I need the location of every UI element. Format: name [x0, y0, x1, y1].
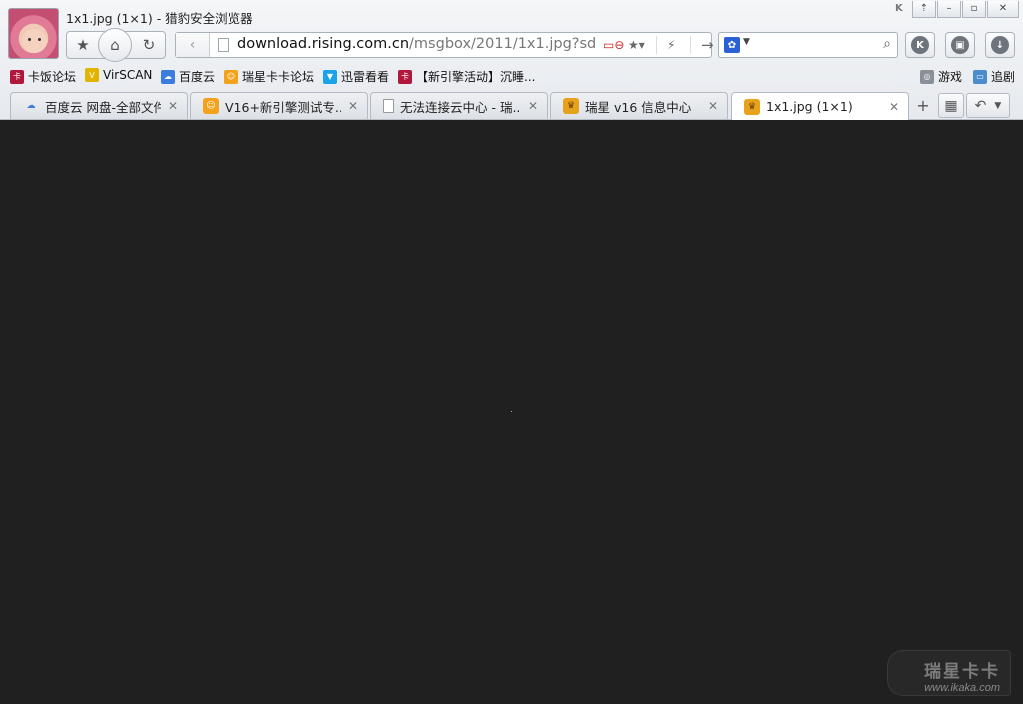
bookmark-baidu-cloud[interactable]: ☁ 百度云 — [161, 68, 215, 85]
tab-rising-info[interactable]: ♛ 瑞星 v16 信息中心 ✕ — [550, 92, 728, 119]
virscan-icon: V — [85, 68, 99, 82]
bookmark-label: 百度云 — [179, 70, 216, 84]
k-icon: K — [911, 36, 929, 54]
new-tab-button[interactable]: + — [912, 93, 934, 118]
restore-button[interactable]: ▫ — [962, 1, 986, 18]
tab-strip: ☁ 百度云 网盘-全部文件 ✕ ☺ V16+新引擎测试专... ✕ 无法连接云中… — [0, 92, 1023, 120]
bookmark-label: 卡饭论坛 — [28, 70, 77, 84]
page-icon — [383, 99, 394, 113]
bookmark-label: 瑞星卡卡论坛 — [242, 70, 315, 84]
url-path: /msgbox/2011/1x1.jpg?sd — [409, 36, 597, 52]
home-icon: ⌂ — [110, 36, 120, 54]
bookmarks-bar: 卡 卡饭论坛 V VirSCAN ☁ 百度云 ☺ 瑞星卡卡论坛 ▼ 迅雷看看 卡… — [0, 66, 1023, 88]
refresh-icon[interactable]: ↻ — [133, 32, 165, 58]
undo-close-button[interactable]: ↶ ▼ — [966, 93, 1010, 118]
bookmark-label: VirSCAN — [103, 68, 153, 82]
bookmark-label: 【新引擎活动】沉睡... — [416, 70, 536, 84]
chevron-left-icon: ‹ — [189, 37, 196, 53]
search-box[interactable]: ✿ ▼ ⌕ — [718, 32, 898, 58]
bookmark-xunlei[interactable]: ▼ 迅雷看看 — [323, 68, 389, 85]
tab-label: 1x1.jpg (1×1) — [766, 99, 853, 114]
kafan-icon: 卡 — [10, 69, 24, 84]
lion-icon: ♛ — [744, 98, 760, 115]
ikaka-watermark: 瑞星卡卡 www.ikaka.com — [887, 650, 1011, 696]
tab-label: 瑞星 v16 信息中心 — [585, 99, 692, 115]
page-icon — [218, 38, 229, 52]
window-title: 1x1.jpg (1×1) - 猎豹安全浏览器 — [66, 11, 253, 26]
home-button[interactable]: ⌂ — [98, 28, 132, 62]
close-icon[interactable]: ✕ — [888, 100, 900, 114]
avatar-eye — [38, 38, 41, 41]
bookmark-rising-forum[interactable]: ☺ 瑞星卡卡论坛 — [224, 68, 314, 85]
rising-icon: ☺ — [224, 69, 238, 84]
tab-1x1-jpg[interactable]: ♛ 1x1.jpg (1×1) ✕ — [731, 92, 909, 120]
plus-icon: + — [916, 96, 930, 115]
bookmark-virscan[interactable]: V VirSCAN — [85, 68, 152, 82]
minimize-button[interactable]: – — [937, 1, 961, 18]
download-icon: ↓ — [991, 36, 1009, 54]
chevron-down-icon[interactable]: ▼ — [743, 37, 750, 47]
collapse-k-icon[interactable]: K — [895, 3, 909, 17]
avatar-face — [22, 29, 47, 53]
bookmark-kafan[interactable]: 卡 卡饭论坛 — [10, 68, 76, 85]
user-avatar[interactable] — [8, 8, 59, 59]
browser-chrome: 1x1.jpg (1×1) - 猎豹安全浏览器 K ⇡ – ▫ ✕ ★ ↻ ⌂ … — [0, 0, 1023, 120]
tab-list-button[interactable]: ▦ — [938, 93, 964, 118]
close-icon[interactable]: ✕ — [167, 99, 179, 113]
bookmark-games[interactable]: ◎ 游戏 — [920, 68, 962, 85]
skin-button[interactable]: ⇡ — [912, 1, 936, 18]
rising-icon: ☺ — [203, 98, 219, 114]
bookmark-new-engine[interactable]: 卡 【新引擎活动】沉睡... — [398, 68, 535, 85]
xunlei-icon: ▼ — [323, 69, 337, 84]
image-1x1-pixel — [511, 411, 512, 412]
watermark-brand: 瑞星卡卡 — [924, 662, 1000, 682]
close-icon[interactable]: ✕ — [527, 99, 539, 113]
download-button[interactable]: ↓ — [985, 32, 1015, 58]
back-button[interactable]: ‹ — [176, 33, 210, 57]
bookmark-drama[interactable]: ▭ 追剧 — [973, 68, 1015, 85]
lightning-icon[interactable]: ⚡ — [656, 36, 675, 54]
bookmark-label: 迅雷看看 — [341, 70, 390, 84]
favorites-star-icon[interactable]: ★ — [67, 32, 99, 58]
tab-label: V16+新引擎测试专... — [225, 99, 341, 115]
address-bar[interactable]: ‹ download.rising.com.cn/msgbox/2011/1x1… — [175, 32, 714, 58]
kingsoft-button[interactable]: K — [905, 32, 935, 58]
bookmark-star-icon[interactable]: ★▾ — [628, 36, 645, 54]
close-icon[interactable]: ✕ — [347, 99, 359, 113]
baidu-cloud-icon: ☁ — [161, 69, 175, 84]
close-button[interactable]: ✕ — [987, 1, 1019, 18]
tv-icon: ▭ — [973, 69, 987, 84]
baidu-paw-icon[interactable]: ✿ — [724, 37, 740, 53]
window-controls: ⇡ – ▫ ✕ — [912, 1, 1019, 18]
address-url[interactable]: download.rising.com.cn/msgbox/2011/1x1.j… — [237, 36, 602, 52]
bookmark-label: 追剧 — [991, 70, 1016, 84]
tab-v16-engine[interactable]: ☺ V16+新引擎测试专... ✕ — [190, 92, 368, 119]
lock-icon: ▣ — [951, 36, 969, 54]
image-viewport: 瑞星卡卡 www.ikaka.com — [0, 121, 1023, 704]
go-arrow-icon[interactable]: → — [690, 36, 714, 54]
tab-label: 无法连接云中心 - 瑞... — [400, 99, 521, 115]
watermark-url: www.ikaka.com — [924, 682, 1000, 694]
tab-label: 百度云 网盘-全部文件 — [45, 99, 161, 115]
grid-icon: ▦ — [944, 97, 958, 114]
url-domain: download.rising.com.cn — [237, 36, 410, 52]
security-button[interactable]: ▣ — [945, 32, 975, 58]
bookmark-label: 游戏 — [938, 70, 963, 84]
undo-arrow-icon: ↶ — [974, 97, 987, 114]
close-icon[interactable]: ✕ — [707, 99, 719, 113]
lion-icon: ♛ — [563, 98, 579, 114]
kafan-icon: 卡 — [398, 69, 412, 84]
search-icon[interactable]: ⌕ — [883, 36, 891, 52]
tab-baidu-cloud[interactable]: ☁ 百度云 网盘-全部文件 ✕ — [10, 92, 188, 119]
chevron-down-icon[interactable]: ▼ — [994, 101, 1001, 111]
avatar-eye — [28, 38, 31, 41]
blocked-popup-icon[interactable]: ▭⊖ — [603, 36, 624, 54]
gamepad-icon: ◎ — [920, 69, 934, 84]
tab-cloud-center[interactable]: 无法连接云中心 - 瑞... ✕ — [370, 92, 548, 119]
baidu-cloud-icon: ☁ — [26, 101, 36, 111]
